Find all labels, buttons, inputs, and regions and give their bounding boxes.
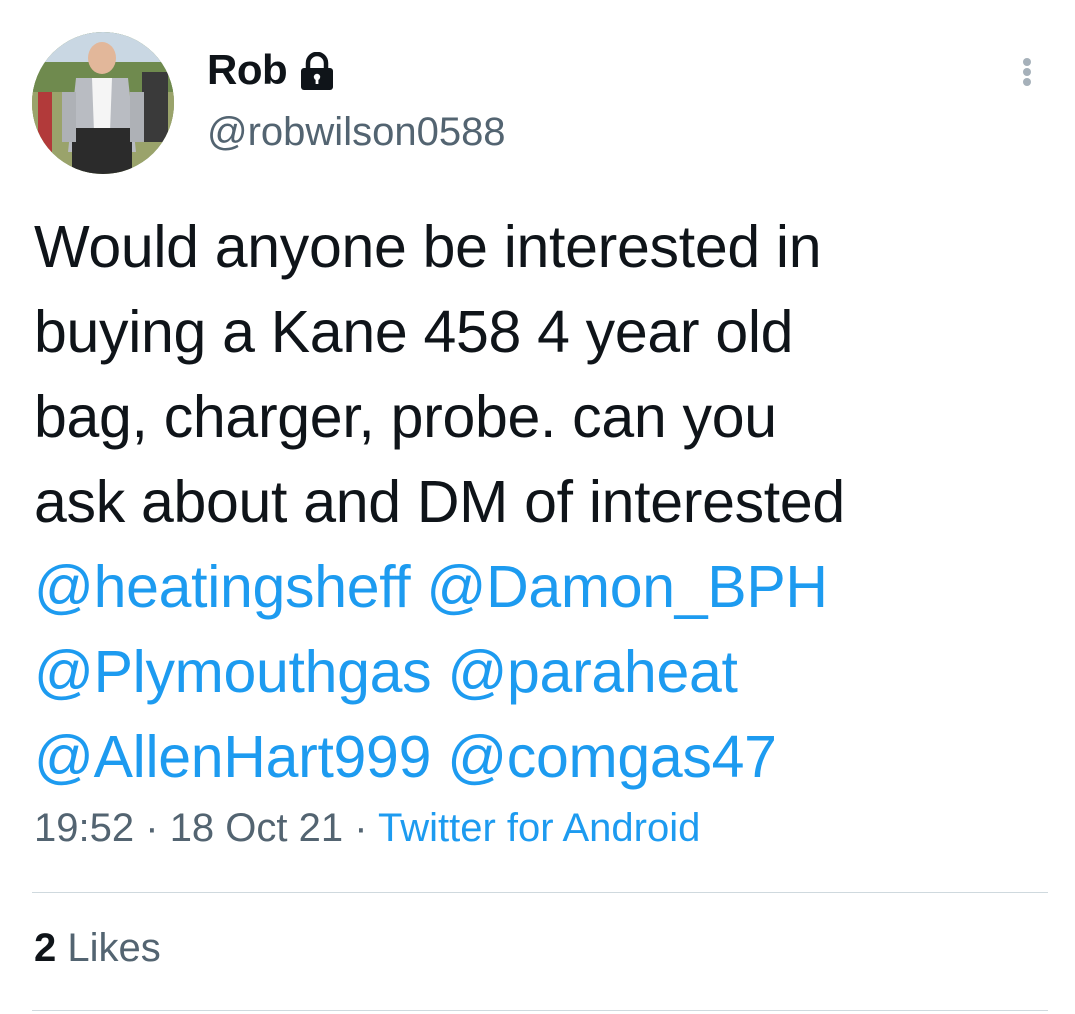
avatar-photo bbox=[32, 32, 174, 174]
meta-separator: · bbox=[145, 806, 159, 850]
mention-line: @AllenHart999 @comgas47 bbox=[34, 715, 1044, 800]
likes-count: 2 bbox=[34, 926, 57, 970]
tweet-date[interactable]: 18 Oct 21 bbox=[170, 806, 343, 850]
tweet-detail: Rob @robwilson0588 Would anyone be inter… bbox=[0, 0, 1075, 1014]
tweet-time[interactable]: 19:52 bbox=[34, 806, 134, 850]
mention-link[interactable]: @AllenHart999 bbox=[34, 724, 431, 790]
tweet-text-line: buying a Kane 458 4 year old bbox=[34, 299, 794, 365]
divider bbox=[32, 892, 1048, 893]
mention-line: @Plymouthgas @paraheat bbox=[34, 630, 1044, 715]
lock-icon bbox=[299, 51, 335, 92]
tweet-text-line: Would anyone be interested in bbox=[34, 214, 822, 280]
mention-line: @heatingsheff @Damon_BPH bbox=[34, 545, 1044, 630]
tweet-text-line: bag, charger, probe. can you bbox=[34, 384, 777, 450]
tweet-source-link[interactable]: Twitter for Android bbox=[378, 806, 700, 850]
tweet-meta: 19:52 · 18 Oct 21 · Twitter for Android bbox=[34, 806, 700, 851]
meta-separator: · bbox=[354, 806, 368, 850]
mention-link[interactable]: @Plymouthgas bbox=[34, 639, 432, 705]
likes-label: Likes bbox=[67, 926, 161, 970]
author-name-row: Rob bbox=[207, 42, 335, 98]
mention-link[interactable]: @heatingsheff bbox=[34, 554, 411, 620]
tweet-text: Would anyone be interested in buying a K… bbox=[34, 205, 1044, 800]
mention-link[interactable]: @Damon_BPH bbox=[427, 554, 829, 620]
display-name[interactable]: Rob bbox=[207, 46, 288, 94]
mention-link[interactable]: @paraheat bbox=[447, 639, 737, 705]
divider bbox=[32, 1010, 1048, 1011]
mention-link[interactable]: @comgas47 bbox=[447, 724, 777, 790]
likes-link[interactable]: 2 Likes bbox=[34, 926, 161, 971]
avatar[interactable] bbox=[32, 32, 174, 174]
more-vertical-icon[interactable] bbox=[1005, 50, 1049, 94]
tweet-text-line: ask about and DM of interested bbox=[34, 469, 845, 535]
author-handle[interactable]: @robwilson0588 bbox=[207, 110, 506, 155]
